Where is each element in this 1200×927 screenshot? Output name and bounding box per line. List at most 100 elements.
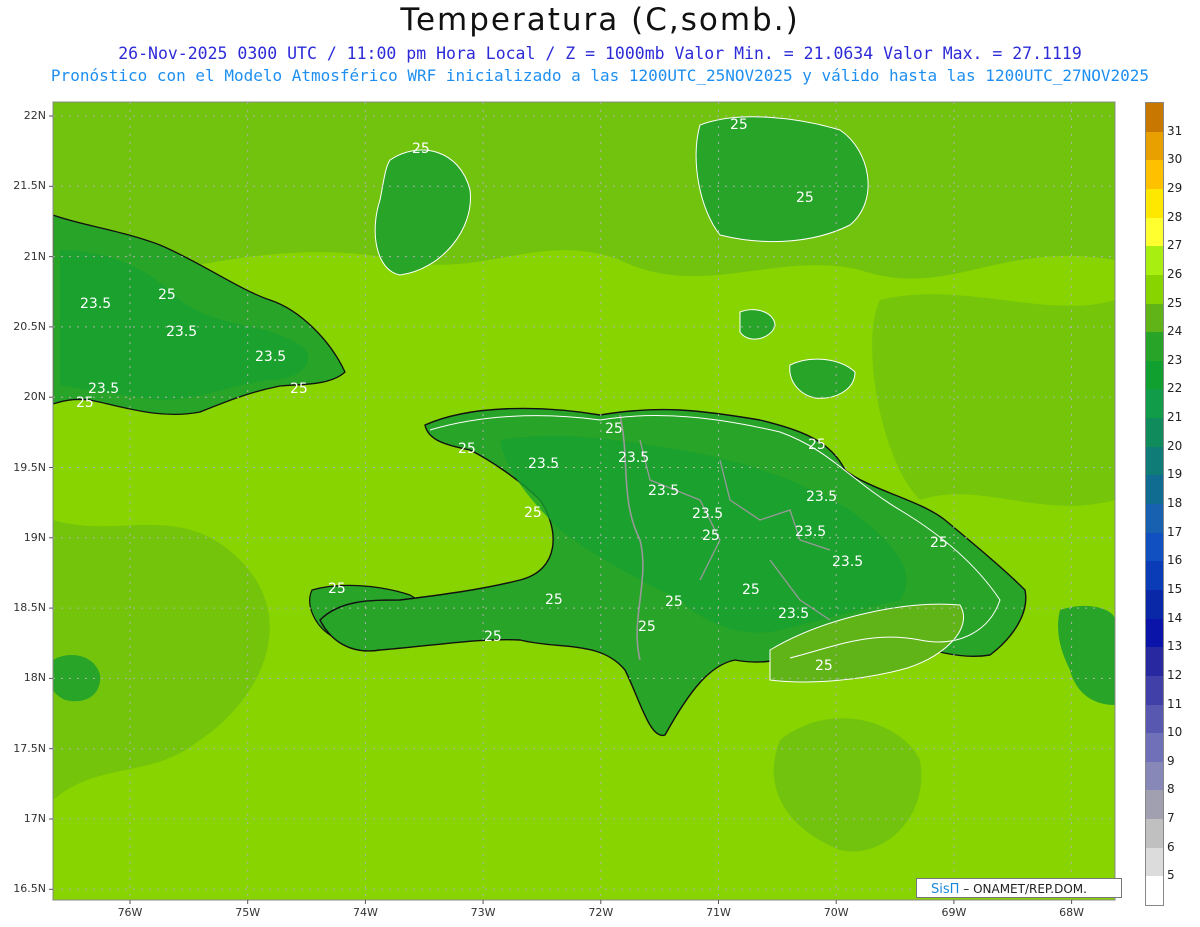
colorbar-label: 10 — [1167, 725, 1183, 740]
contour-label: 25 — [328, 581, 346, 597]
colorbar-segment — [1146, 131, 1163, 161]
colorbar-label: 12 — [1167, 667, 1183, 682]
colorbar-segment — [1146, 532, 1163, 562]
colorbar-label: 11 — [1167, 696, 1183, 711]
colorbar-label: 13 — [1167, 639, 1183, 654]
contour-label: 25 — [638, 619, 656, 635]
colorbar-segment — [1146, 446, 1163, 476]
colorbar-label: 24 — [1167, 324, 1183, 339]
contour-label: 25 — [290, 381, 308, 397]
colorbar-label: 18 — [1167, 496, 1183, 510]
colorbar-segment — [1146, 103, 1163, 133]
colorbar-segment — [1146, 819, 1163, 849]
lat-label: 19N — [23, 530, 46, 544]
colorbar-segment — [1146, 761, 1163, 791]
lat-label: 18.5N — [13, 601, 46, 615]
colorbar-label: 5 — [1167, 868, 1175, 883]
contour-label: 25 — [665, 594, 683, 610]
colorbar-segment — [1146, 188, 1163, 219]
contour-label: 25 — [484, 629, 502, 645]
lon-label: 69W — [941, 906, 967, 919]
contour-label: 25 — [545, 592, 563, 608]
contour-label: 25 — [458, 441, 476, 457]
colorbar-label: 25 — [1167, 295, 1183, 310]
contour-label: 25 — [815, 658, 833, 674]
colorbar-label: 22 — [1167, 381, 1183, 396]
contour-label: 25 — [742, 582, 760, 598]
colorbar-segment — [1146, 504, 1163, 534]
turks-caicos-marine — [695, 116, 869, 243]
colorbar-label: 7 — [1167, 811, 1175, 826]
contour-label: 23.5 — [255, 349, 286, 365]
contour-label: 25 — [412, 141, 430, 157]
colorbar-segment — [1146, 217, 1163, 247]
contour-label: 23.5 — [806, 489, 837, 505]
lat-label: 20N — [23, 390, 46, 404]
colorbar-segment — [1146, 246, 1163, 276]
contour-label: 23.5 — [166, 324, 197, 340]
lon-label: 76W — [117, 906, 143, 919]
contour-label: 25 — [930, 535, 948, 551]
colorbar-label: 26 — [1167, 266, 1183, 281]
colorbar-segment — [1146, 618, 1163, 648]
contour-label: 25 — [524, 505, 542, 521]
colorbar-label: 15 — [1167, 581, 1183, 596]
colorbar-segment — [1146, 790, 1163, 820]
colorbar-segment — [1146, 418, 1163, 448]
colorbar-label: 16 — [1167, 553, 1183, 568]
colorbar-label: 27 — [1167, 238, 1183, 253]
colorbar-segment — [1146, 647, 1163, 677]
contour-label: 25 — [796, 190, 814, 206]
colorbar-label: 19 — [1167, 467, 1183, 482]
colorbar-label: 30 — [1167, 152, 1183, 167]
lon-label: 75W — [235, 906, 261, 919]
colorbar-segment — [1146, 160, 1163, 190]
colorbar-label: 9 — [1167, 753, 1175, 768]
colorbar-segment — [1146, 704, 1163, 734]
colorbar — [1145, 102, 1164, 906]
colorbar-label: 23 — [1167, 352, 1183, 367]
contour-label: 25 — [702, 528, 720, 544]
contour-label: 23.5 — [795, 524, 826, 540]
lat-label: 17.5N — [13, 741, 46, 755]
contour-label: 23.5 — [648, 483, 679, 499]
colorbar-segment — [1146, 589, 1163, 620]
credit-box: SisΠ – ONAMET/REP.DOM. — [916, 878, 1122, 898]
sispi-logo: SisΠ — [931, 882, 960, 897]
colorbar-label: 31 — [1167, 123, 1183, 138]
onamet-credit: – ONAMET/REP.DOM. — [963, 882, 1087, 896]
lat-label: 19.5N — [13, 460, 46, 474]
lon-label: 72W — [588, 906, 614, 919]
colorbar-segment — [1146, 475, 1163, 505]
colorbar-segment — [1146, 389, 1163, 419]
lon-label: 68W — [1059, 906, 1085, 919]
colorbar-segment — [1146, 274, 1163, 304]
sea-band-east — [872, 294, 1115, 506]
contour-label: 23.5 — [692, 506, 723, 522]
colorbar-label: 14 — [1167, 610, 1183, 625]
colorbar-segment — [1146, 733, 1163, 763]
lon-label: 71W — [706, 906, 731, 919]
colorbar-label: 8 — [1167, 782, 1175, 797]
contour-label: 25 — [730, 117, 748, 133]
colorbar-segment — [1146, 303, 1163, 333]
colorbar-label: 28 — [1167, 209, 1183, 224]
contour-label: 23.5 — [832, 554, 863, 570]
colorbar-segment — [1146, 332, 1163, 362]
colorbar-label: 6 — [1167, 839, 1175, 854]
colorbar-segment — [1146, 561, 1163, 591]
colorbar-segment — [1146, 360, 1163, 390]
colorbar-segment — [1146, 876, 1163, 906]
lat-label: 17N — [23, 812, 46, 825]
colorbar-label: 21 — [1167, 410, 1183, 425]
lat-label: 22N — [23, 109, 46, 122]
lat-label: 16.5N — [13, 882, 46, 896]
contour-label: 25 — [808, 437, 826, 453]
colorbar-segment — [1146, 847, 1163, 877]
lat-label: 20.5N — [13, 319, 46, 333]
temperature-map: 25 25 25 25 23.5 23.5 23.5 23.5 25 25 25… — [49, 101, 1116, 904]
contour-label: 23.5 — [80, 296, 111, 312]
colorbar-label: 17 — [1167, 524, 1183, 539]
lon-label: 73W — [470, 906, 496, 919]
lon-label: 74W — [352, 906, 378, 919]
